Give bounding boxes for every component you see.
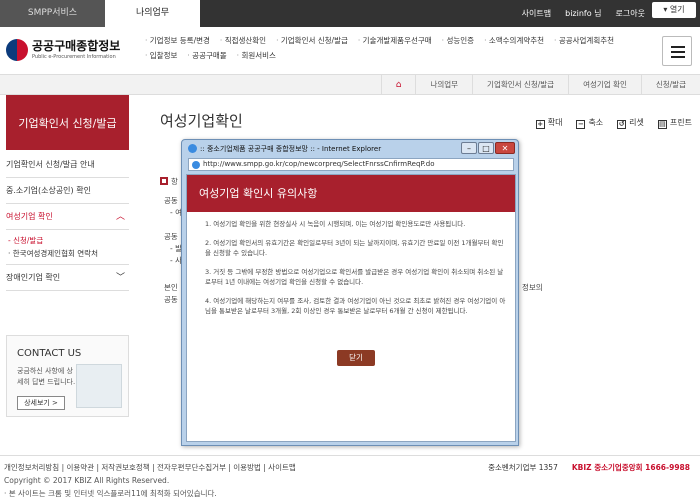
lnb-title: 기업확인서 신청/발급 <box>6 95 129 150</box>
gnb-item[interactable]: 기술개발제품우선구매 <box>358 35 432 46</box>
top-links: 사이트맵 bizinfo 님 로그아웃 <box>522 0 645 27</box>
contact-illustration-icon <box>76 364 122 408</box>
logout-link[interactable]: 로그아웃 <box>616 8 645 19</box>
contact-detail-button[interactable]: 상세보기 > <box>17 396 65 410</box>
logo-icon <box>6 39 28 61</box>
gnb-item[interactable]: 공공구매몰 <box>187 50 227 61</box>
gnb-item[interactable]: 공공사업계획추천 <box>554 35 614 46</box>
page-title: 여성기업확인 <box>160 112 243 130</box>
bg-text: 공동 <box>164 232 178 241</box>
sidebar-submenu: - 신청/발급 · 한국여성경제인협회 연락처 <box>6 230 129 265</box>
address-bar[interactable]: http://www.smpp.go.kr/cop/newcorpreq/Sel… <box>188 158 514 171</box>
minimize-button[interactable]: – <box>461 142 477 154</box>
popup-window: :: 중소기업제품 공공구매 종합정보망 :: - Internet Explo… <box>181 139 519 446</box>
home-icon[interactable]: ⌂ <box>380 75 416 95</box>
contact-box: CONTACT US 궁금하신 사항에 상세히 답변 드립니다. 상세보기 > <box>6 335 129 417</box>
ie-icon <box>188 144 197 153</box>
gnb-row-1: 기업정보 등록/변경 직접생산확인 기업확인서 신청/발급 기술개발제품우선구매… <box>145 33 645 48</box>
print-button[interactable]: ▤ 프린트 <box>657 117 692 129</box>
contact-title: CONTACT US <box>17 348 82 359</box>
kbiz-contact: KBIZ 중소기업중앙회 1666-9988 <box>571 463 690 472</box>
bg-text: 본인 <box>164 283 178 292</box>
sidebar-item-guide[interactable]: 기업확인서 신청/발급 안내 <box>6 152 129 178</box>
contact-text: 궁금하신 사항에 상세히 답변 드립니다. <box>17 367 76 386</box>
close-button[interactable]: 닫기 <box>337 350 375 366</box>
maximize-button[interactable]: □ <box>478 142 494 154</box>
notice-item: 1. 여성기업 확인을 위한 현장실사 시 녹음이 시행되며, 이는 여성기업 … <box>205 220 466 228</box>
reset-button[interactable]: ↺ 리셋 <box>617 117 644 129</box>
ie-icon <box>192 161 200 169</box>
top-bar: SMPP서비스 나의업무 사이트맵 bizinfo 님 로그아웃 ▾ 열기 <box>0 0 700 27</box>
gnb-item[interactable]: 회원서비스 <box>237 50 276 61</box>
sidebar-item-label: 여성기업 확인 <box>6 212 53 221</box>
url-text: http://www.smpp.go.kr/cop/newcorpreq/Sel… <box>203 160 435 168</box>
gnb-item[interactable]: 소액수의계약추천 <box>484 35 544 46</box>
footer-links[interactable]: 개인정보처리방침 | 이용약관 | 저작권보호정책 | 전자우편무단수집거부 |… <box>4 462 296 473</box>
side-nav: 기업확인서 신청/발급 안내 중.소기업(소상공인) 확인 여성기업 확인 ︿ -… <box>6 152 129 291</box>
site-logo[interactable]: 공공구매종합정보 Public e-Procurement Informatio… <box>6 37 146 67</box>
breadcrumb: ⌂ 나의업무 기업확인서 신청/발급 여성기업 확인 신청/발급 <box>0 75 700 95</box>
sme-ministry-contact: 중소벤처기업부 1357 <box>488 463 558 472</box>
breadcrumb-item[interactable]: 나의업무 <box>415 75 472 95</box>
open-button[interactable]: ▾ 열기 <box>652 2 696 18</box>
header: 공공구매종합정보 Public e-Procurement Informatio… <box>0 27 700 75</box>
sidebar-sub-contact[interactable]: · 한국여성경제인협회 연락처 <box>8 247 129 260</box>
sitemap-link[interactable]: 사이트맵 <box>522 8 551 19</box>
sidebar-item-disabled[interactable]: 장애인기업 확인 ﹀ <box>6 265 129 291</box>
gnb-row-2: 입찰정보 공공구매몰 회원서비스 <box>145 48 645 63</box>
sidebar-item-sme[interactable]: 중.소기업(소상공인) 확인 <box>6 178 129 204</box>
reset-icon: ↺ <box>617 120 627 129</box>
breadcrumb-item[interactable]: 여성기업 확인 <box>568 75 641 95</box>
minus-icon: − <box>576 120 586 129</box>
square-icon <box>160 177 168 185</box>
gnb-item[interactable]: 입찰정보 <box>145 50 178 61</box>
popup-body: 여성기업 확인시 유의사항 1. 여성기업 확인을 위한 현장실사 시 녹음이 … <box>186 174 516 442</box>
logo-title: 공공구매종합정보 <box>32 39 121 53</box>
bg-text: 정보의 <box>522 283 543 292</box>
sidebar-sub-apply[interactable]: - 신청/발급 <box>8 234 129 247</box>
hamburger-menu-icon[interactable] <box>662 36 692 66</box>
browser-note: · 본 사이트는 크롬 및 인터넷 익스플로러11에 최적화 되어있습니다. <box>4 489 217 498</box>
sidebar-item-label: 장애인기업 확인 <box>6 273 61 282</box>
popup-title: :: 중소기업제품 공공구매 종합정보망 :: - Internet Explo… <box>200 145 382 153</box>
notice-item: 3. 거짓 등 그밖에 부정한 방법으로 여성기업으로 확인서를 발급받은 경우… <box>205 267 504 287</box>
chevron-up-icon: ︿ <box>115 212 125 222</box>
copyright: Copyright © 2017 KBIZ All Rights Reserve… <box>4 476 170 485</box>
notice-item: 4. 여성기업에 해당하는지 여부를 조사, 검토한 결과 여성기업이 아닌 것… <box>205 296 506 316</box>
page-tools: + 확대 − 축소 ↺ 리셋 ▤ 프린트 <box>535 117 692 129</box>
sidebar-item-women[interactable]: 여성기업 확인 ︿ <box>6 204 129 230</box>
zoom-in-button[interactable]: + 확대 <box>535 117 562 129</box>
logo-subtitle: Public e-Procurement Information <box>32 54 116 60</box>
footer: 개인정보처리방침 | 이용약관 | 저작권보호정책 | 전자우편무단수집거부 |… <box>0 455 700 501</box>
notice-item: 2. 여성기업 확인서의 유효기간은 확인일로부터 3년이 되는 날까지이며, … <box>205 238 504 258</box>
breadcrumb-item[interactable]: 신청/발급 <box>640 75 700 95</box>
zoom-out-button[interactable]: − 축소 <box>576 117 603 129</box>
tab-smpp-service[interactable]: SMPP서비스 <box>0 0 105 27</box>
bg-text: 공동 <box>164 295 178 304</box>
gnb-item[interactable]: 직접생산확인 <box>220 35 266 46</box>
gnb-item[interactable]: 성능인증 <box>442 35 474 46</box>
tab-my-work[interactable]: 나의업무 <box>105 0 200 27</box>
gnb-item[interactable]: 기업확인서 신청/발급 <box>276 35 348 46</box>
user-name: bizinfo 님 <box>565 9 602 18</box>
plus-icon: + <box>535 120 545 129</box>
close-window-button[interactable]: ✕ <box>495 142 515 154</box>
gnb-item[interactable]: 기업정보 등록/변경 <box>145 35 210 46</box>
open-label: 열기 <box>669 5 685 14</box>
print-icon: ▤ <box>657 120 667 129</box>
notice-list: 1. 여성기업 확인을 위한 현장실사 시 녹음이 시행되며, 이는 여성기업 … <box>197 219 509 325</box>
footer-contacts: 중소벤처기업부 1357 KBIZ 중소기업중앙회 1666-9988 <box>488 462 690 473</box>
chevron-down-icon: ﹀ <box>115 273 125 283</box>
section-heading: 항 <box>160 176 178 187</box>
global-nav: 기업정보 등록/변경 직접생산확인 기업확인서 신청/발급 기술개발제품우선구매… <box>145 33 645 63</box>
bg-text: 공동 <box>164 196 178 205</box>
popup-heading: 여성기업 확인시 유의사항 <box>187 175 515 212</box>
breadcrumb-item[interactable]: 기업확인서 신청/발급 <box>472 75 568 95</box>
popup-title-bar[interactable]: :: 중소기업제품 공공구매 종합정보망 :: - Internet Explo… <box>188 144 458 154</box>
